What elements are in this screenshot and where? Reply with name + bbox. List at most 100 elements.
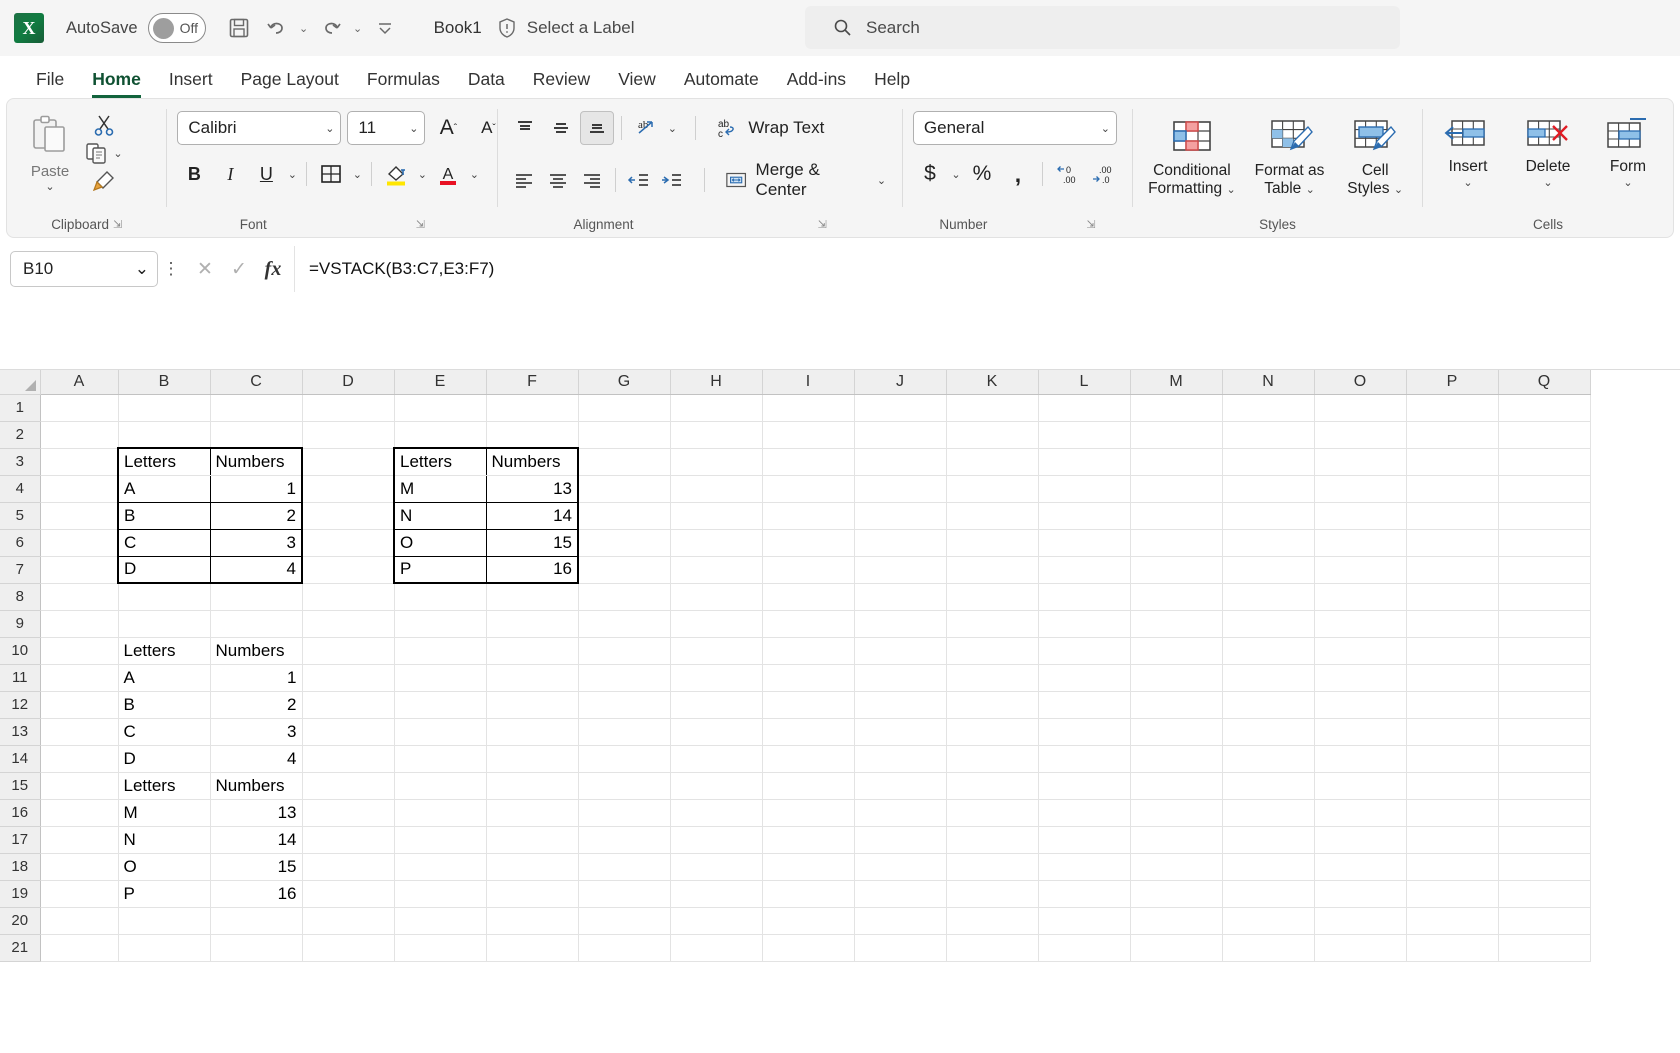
document-title[interactable]: Book1: [434, 18, 482, 38]
cell-E4[interactable]: M: [394, 475, 486, 502]
cell-M12[interactable]: [1130, 691, 1222, 718]
cell-E12[interactable]: [394, 691, 486, 718]
cell-M17[interactable]: [1130, 826, 1222, 853]
name-box-chevron-icon[interactable]: ⌄: [135, 259, 149, 279]
cell-A3[interactable]: [40, 448, 118, 475]
cell-K1[interactable]: [946, 394, 1038, 421]
cell-E14[interactable]: [394, 745, 486, 772]
undo-dropdown-chevron-icon[interactable]: ⌄: [296, 22, 312, 35]
cell-H3[interactable]: [670, 448, 762, 475]
cell-M10[interactable]: [1130, 637, 1222, 664]
align-right-icon[interactable]: [576, 163, 608, 197]
cell-F5[interactable]: 14: [486, 502, 578, 529]
cell-H12[interactable]: [670, 691, 762, 718]
cell-N19[interactable]: [1222, 880, 1314, 907]
cell-Q8[interactable]: [1498, 583, 1590, 610]
cell-E11[interactable]: [394, 664, 486, 691]
cell-C5[interactable]: 2: [210, 502, 302, 529]
cell-A14[interactable]: [40, 745, 118, 772]
number-dialog-launcher-icon[interactable]: ⇲: [1086, 218, 1095, 231]
cell-K11[interactable]: [946, 664, 1038, 691]
confirm-icon[interactable]: ✓: [224, 254, 254, 284]
cell-K17[interactable]: [946, 826, 1038, 853]
cell-Q1[interactable]: [1498, 394, 1590, 421]
name-box[interactable]: B10 ⌄: [10, 251, 158, 287]
cell-L10[interactable]: [1038, 637, 1130, 664]
cell-G17[interactable]: [578, 826, 670, 853]
cell-D5[interactable]: [302, 502, 394, 529]
cell-M1[interactable]: [1130, 394, 1222, 421]
cell-G7[interactable]: [578, 556, 670, 583]
cell-E17[interactable]: [394, 826, 486, 853]
chevron-down-icon[interactable]: ⌄: [409, 122, 418, 135]
cell-H6[interactable]: [670, 529, 762, 556]
cell-L20[interactable]: [1038, 907, 1130, 934]
save-icon[interactable]: [220, 9, 258, 47]
cell-I12[interactable]: [762, 691, 854, 718]
cell-C9[interactable]: [210, 610, 302, 637]
row-header-18[interactable]: 18: [0, 853, 40, 880]
cell-A13[interactable]: [40, 718, 118, 745]
cell-A10[interactable]: [40, 637, 118, 664]
cell-C2[interactable]: [210, 421, 302, 448]
cell-I11[interactable]: [762, 664, 854, 691]
row-header-8[interactable]: 8: [0, 583, 40, 610]
tab-review[interactable]: Review: [519, 69, 604, 98]
cell-M16[interactable]: [1130, 799, 1222, 826]
cell-F6[interactable]: 15: [486, 529, 578, 556]
cell-F21[interactable]: [486, 934, 578, 961]
cell-P18[interactable]: [1406, 853, 1498, 880]
cell-A21[interactable]: [40, 934, 118, 961]
cell-I9[interactable]: [762, 610, 854, 637]
cell-N21[interactable]: [1222, 934, 1314, 961]
align-top-icon[interactable]: [508, 111, 542, 145]
cell-F7[interactable]: 16: [486, 556, 578, 583]
cell-G12[interactable]: [578, 691, 670, 718]
cell-A17[interactable]: [40, 826, 118, 853]
cell-B17[interactable]: N: [118, 826, 210, 853]
cell-A5[interactable]: [40, 502, 118, 529]
delete-cells-button[interactable]: Delete ⌄: [1513, 113, 1583, 189]
cell-O4[interactable]: [1314, 475, 1406, 502]
cell-E16[interactable]: [394, 799, 486, 826]
wrap-text-button[interactable]: abc Wrap Text: [712, 113, 828, 143]
copy-dropdown-chevron-icon[interactable]: ⌄: [111, 147, 125, 160]
column-header-G[interactable]: G: [578, 370, 670, 394]
cell-J11[interactable]: [854, 664, 946, 691]
cell-Q6[interactable]: [1498, 529, 1590, 556]
row-header-4[interactable]: 4: [0, 475, 40, 502]
cell-O17[interactable]: [1314, 826, 1406, 853]
align-left-icon[interactable]: [508, 163, 540, 197]
cell-Q2[interactable]: [1498, 421, 1590, 448]
cell-Q7[interactable]: [1498, 556, 1590, 583]
cell-L21[interactable]: [1038, 934, 1130, 961]
insert-dropdown-chevron-icon[interactable]: ⌄: [1461, 176, 1475, 189]
format-dropdown-chevron-icon[interactable]: ⌄: [1621, 176, 1635, 189]
cell-J21[interactable]: [854, 934, 946, 961]
tab-formulas[interactable]: Formulas: [353, 69, 454, 98]
cell-J3[interactable]: [854, 448, 946, 475]
cell-N7[interactable]: [1222, 556, 1314, 583]
cell-Q13[interactable]: [1498, 718, 1590, 745]
cell-K6[interactable]: [946, 529, 1038, 556]
cell-D7[interactable]: [302, 556, 394, 583]
cell-M5[interactable]: [1130, 502, 1222, 529]
cell-J2[interactable]: [854, 421, 946, 448]
cell-L2[interactable]: [1038, 421, 1130, 448]
cell-Q14[interactable]: [1498, 745, 1590, 772]
percent-style-icon[interactable]: %: [965, 157, 999, 191]
cell-L11[interactable]: [1038, 664, 1130, 691]
align-bottom-icon[interactable]: [580, 111, 614, 145]
cell-M21[interactable]: [1130, 934, 1222, 961]
cell-O14[interactable]: [1314, 745, 1406, 772]
cell-N5[interactable]: [1222, 502, 1314, 529]
chevron-down-icon[interactable]: ⌄: [1226, 184, 1235, 196]
cell-P17[interactable]: [1406, 826, 1498, 853]
cell-B4[interactable]: A: [118, 475, 210, 502]
cell-M9[interactable]: [1130, 610, 1222, 637]
column-header-M[interactable]: M: [1130, 370, 1222, 394]
cell-C20[interactable]: [210, 907, 302, 934]
cell-I16[interactable]: [762, 799, 854, 826]
cell-O12[interactable]: [1314, 691, 1406, 718]
cell-I5[interactable]: [762, 502, 854, 529]
